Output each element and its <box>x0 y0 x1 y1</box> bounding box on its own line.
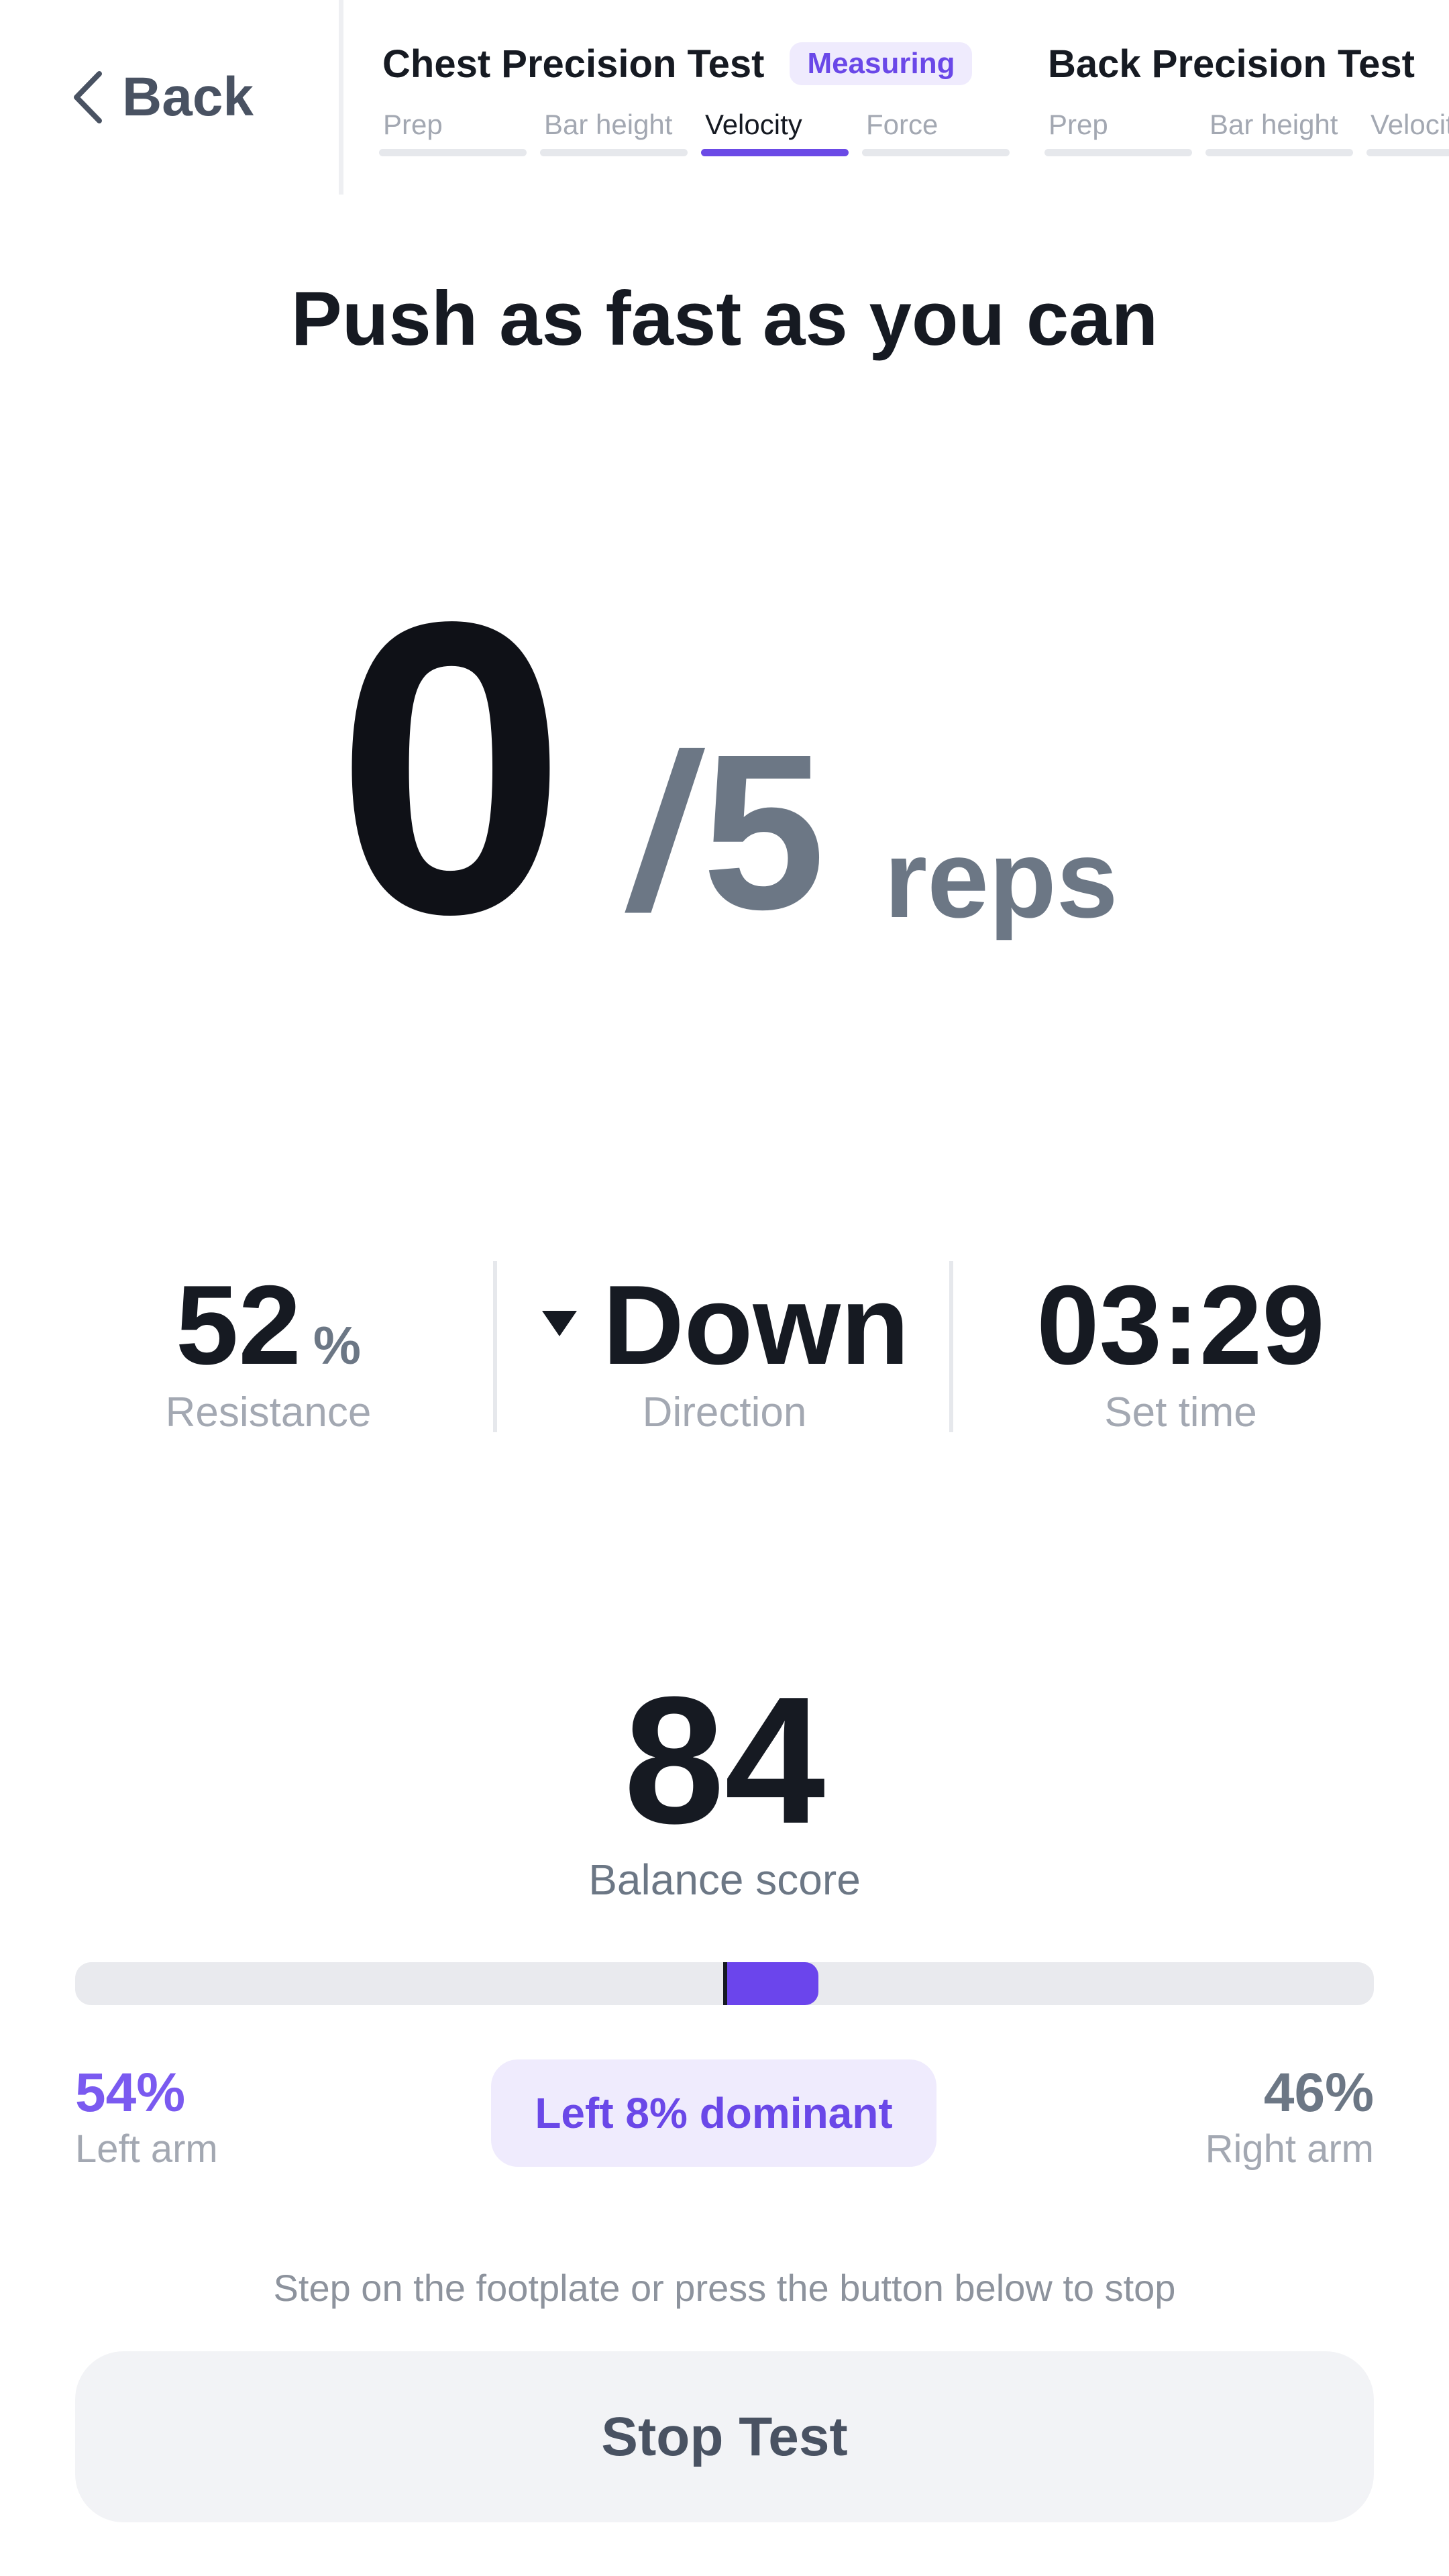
balance-center-marker <box>723 1962 727 2005</box>
triangle-down-icon <box>539 1307 580 1340</box>
header-divider <box>339 0 343 195</box>
direction-label: Direction <box>642 1389 807 1436</box>
step-label: Force <box>866 109 938 140</box>
step-label: Prep <box>1049 109 1108 140</box>
right-arm-percent: 46% <box>1263 2062 1374 2123</box>
rep-slash: / <box>616 708 713 955</box>
back-label: Back <box>122 66 254 127</box>
resistance-value: 52 <box>175 1262 301 1388</box>
stat-direction: Down Direction <box>496 1254 953 1442</box>
dominance-badge: Left 8% dominant <box>491 2059 936 2167</box>
step-progress-bar <box>540 149 688 156</box>
test-title-row: Chest Precision Test Measuring <box>382 40 973 87</box>
stat-value-row: 03:29 <box>953 1254 1409 1382</box>
stat-divider <box>949 1261 953 1432</box>
rep-count-total: /5 <box>616 698 826 966</box>
step-label: Prep <box>383 109 443 140</box>
rep-count-current: 0 <box>335 536 567 1000</box>
balance-score: 84 <box>623 1660 826 1862</box>
status-badge: Measuring <box>790 42 973 85</box>
step-label: Bar height <box>544 109 673 140</box>
step-prep[interactable]: Prep <box>1044 106 1192 160</box>
step-progress-bar <box>862 149 1010 156</box>
stat-divider <box>493 1261 497 1432</box>
stat-value-row: 52 % <box>40 1254 496 1382</box>
test-header: Back Chest Precision Test Measuring Prep… <box>0 0 1449 195</box>
set-time-label: Set time <box>1104 1389 1257 1436</box>
step-bar-height[interactable]: Bar height <box>1205 106 1353 160</box>
right-arm-label: Right arm <box>1205 2127 1374 2171</box>
test-title-row: Back Precision Test <box>1048 40 1415 87</box>
set-time-value: 03:29 <box>1036 1262 1325 1388</box>
rep-unit: reps <box>884 817 1118 941</box>
left-arm-percent: 54% <box>75 2062 186 2123</box>
step-bar-height[interactable]: Bar height <box>540 106 688 160</box>
rep-counter: 0 /5 reps <box>0 550 1449 986</box>
test-steps: Prep Bar height Velocity <box>1044 106 1449 160</box>
back-button[interactable]: Back <box>67 64 254 131</box>
balance-bar-fill <box>725 1962 818 2005</box>
direction-value: Down <box>602 1262 910 1388</box>
chevron-left-icon <box>67 67 107 127</box>
step-progress-bar <box>1205 149 1353 156</box>
step-progress-bar <box>379 149 527 156</box>
balance-score-label: Balance score <box>588 1856 861 1904</box>
step-progress-bar <box>701 149 849 156</box>
step-prep[interactable]: Prep <box>379 106 527 160</box>
resistance-label: Resistance <box>165 1389 372 1436</box>
test-title: Back Precision Test <box>1048 42 1415 86</box>
step-progress-bar <box>1044 149 1192 156</box>
instruction-heading: Push as fast as you can <box>290 276 1159 362</box>
resistance-unit: % <box>313 1316 361 1375</box>
stop-hint: Step on the footplate or press the butto… <box>273 2267 1176 2309</box>
step-velocity[interactable]: Velocity <box>1366 106 1449 160</box>
step-progress-bar <box>1366 149 1449 156</box>
left-arm-label: Left arm <box>75 2127 218 2171</box>
stat-set-time: 03:29 Set time <box>953 1254 1409 1442</box>
step-label: Velocity <box>705 109 802 140</box>
step-label: Velocity <box>1371 109 1449 140</box>
step-force[interactable]: Force <box>862 106 1010 160</box>
step-velocity[interactable]: Velocity <box>701 106 849 160</box>
stat-value-row: Down <box>496 1254 953 1382</box>
balance-bar <box>75 1962 1374 2005</box>
rep-total-value: 5 <box>702 708 826 955</box>
stat-resistance: 52 % Resistance <box>40 1254 496 1442</box>
test-title: Chest Precision Test <box>382 42 765 86</box>
stop-test-button[interactable]: Stop Test <box>75 2351 1374 2522</box>
step-label: Bar height <box>1210 109 1338 140</box>
stats-row: 52 % Resistance Down Direction 03:29 Set… <box>0 1254 1449 1442</box>
test-steps: Prep Bar height Velocity Force <box>379 106 1010 160</box>
